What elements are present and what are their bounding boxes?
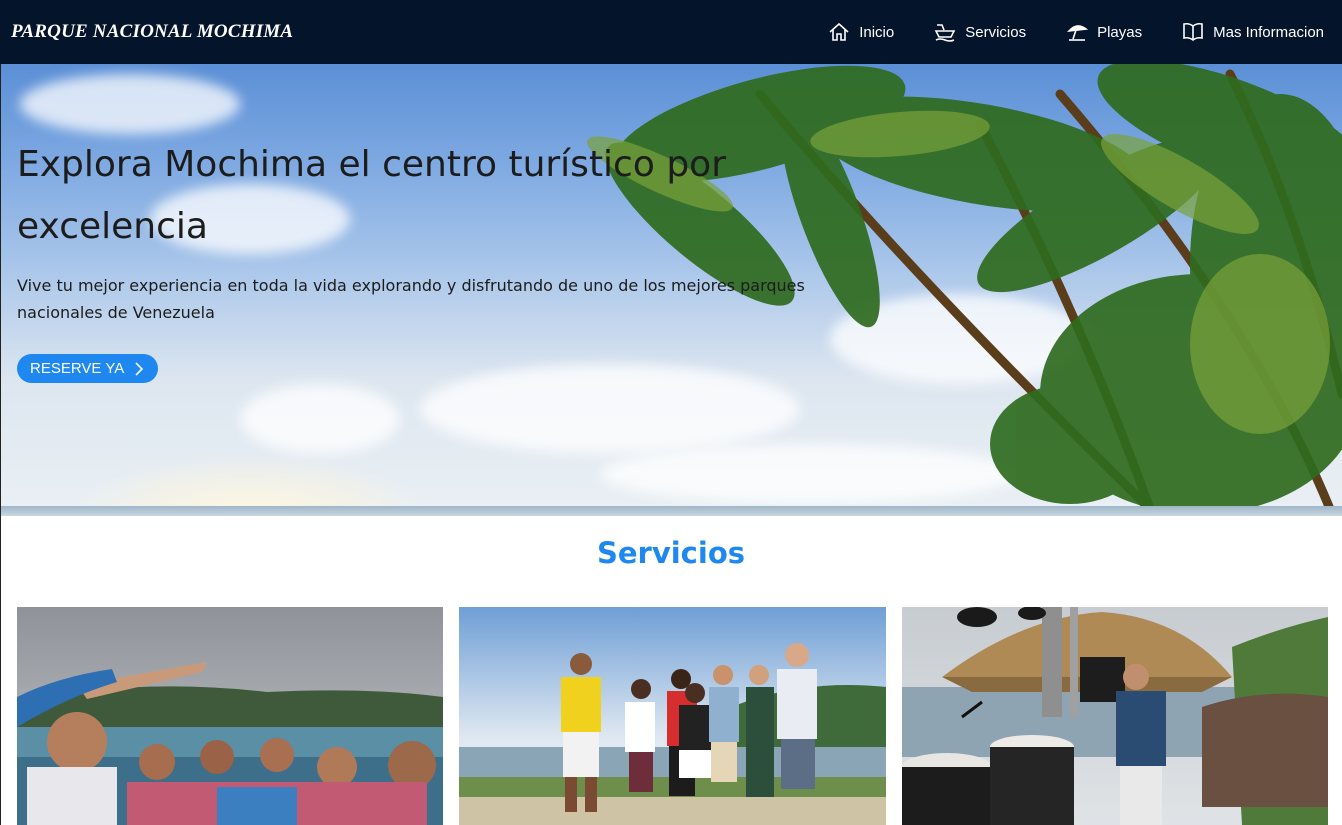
group-selfie-photo (17, 607, 443, 825)
nav-item-playas[interactable]: Playas (1066, 22, 1142, 42)
hero-title: Explora Mochima el centro turístico por … (17, 144, 726, 247)
nav-label-inicio: Inicio (859, 23, 895, 41)
reserve-button-label: RESERVE YA (30, 360, 125, 377)
nav-label-playas: Playas (1097, 23, 1143, 41)
nav-menu: Inicio Servicios Playas Mas Informacion (828, 22, 1324, 42)
service-card[interactable] (17, 607, 443, 825)
hero-content: Explora Mochima el centro turístico por … (17, 134, 817, 383)
brand-logo[interactable]: PARQUE NACIONAL MOCHIMA (11, 21, 293, 43)
service-card[interactable] (459, 607, 886, 825)
tour-guide-photo (459, 607, 886, 825)
nav-item-inicio[interactable]: Inicio (828, 22, 894, 42)
reserve-button[interactable]: RESERVE YA (17, 354, 159, 383)
hero-section: Explora Mochima el centro turístico por … (0, 64, 1342, 516)
home-icon (829, 22, 849, 41)
boat-icon (934, 24, 956, 42)
book-icon (1183, 22, 1203, 41)
nav-item-mas-informacion[interactable]: Mas Informacion (1182, 22, 1324, 42)
services-title: Servicios (596, 536, 746, 570)
musician-photo (902, 607, 1328, 825)
hero-text: Vive tu mejor experiencia en toda la vid… (17, 276, 805, 322)
navbar: PARQUE NACIONAL MOCHIMA Inicio Servicios… (0, 0, 1342, 64)
nav-label-servicios: Servicios (965, 23, 1027, 41)
sea-horizon (0, 506, 1342, 516)
nav-label-mas-informacion: Mas Informacion (1213, 23, 1324, 41)
service-card[interactable] (902, 607, 1328, 825)
beach-umbrella-icon (1067, 25, 1089, 41)
page-left-border (0, 64, 1, 825)
chevron-right-icon (135, 361, 144, 376)
nav-item-servicios[interactable]: Servicios (934, 22, 1026, 42)
